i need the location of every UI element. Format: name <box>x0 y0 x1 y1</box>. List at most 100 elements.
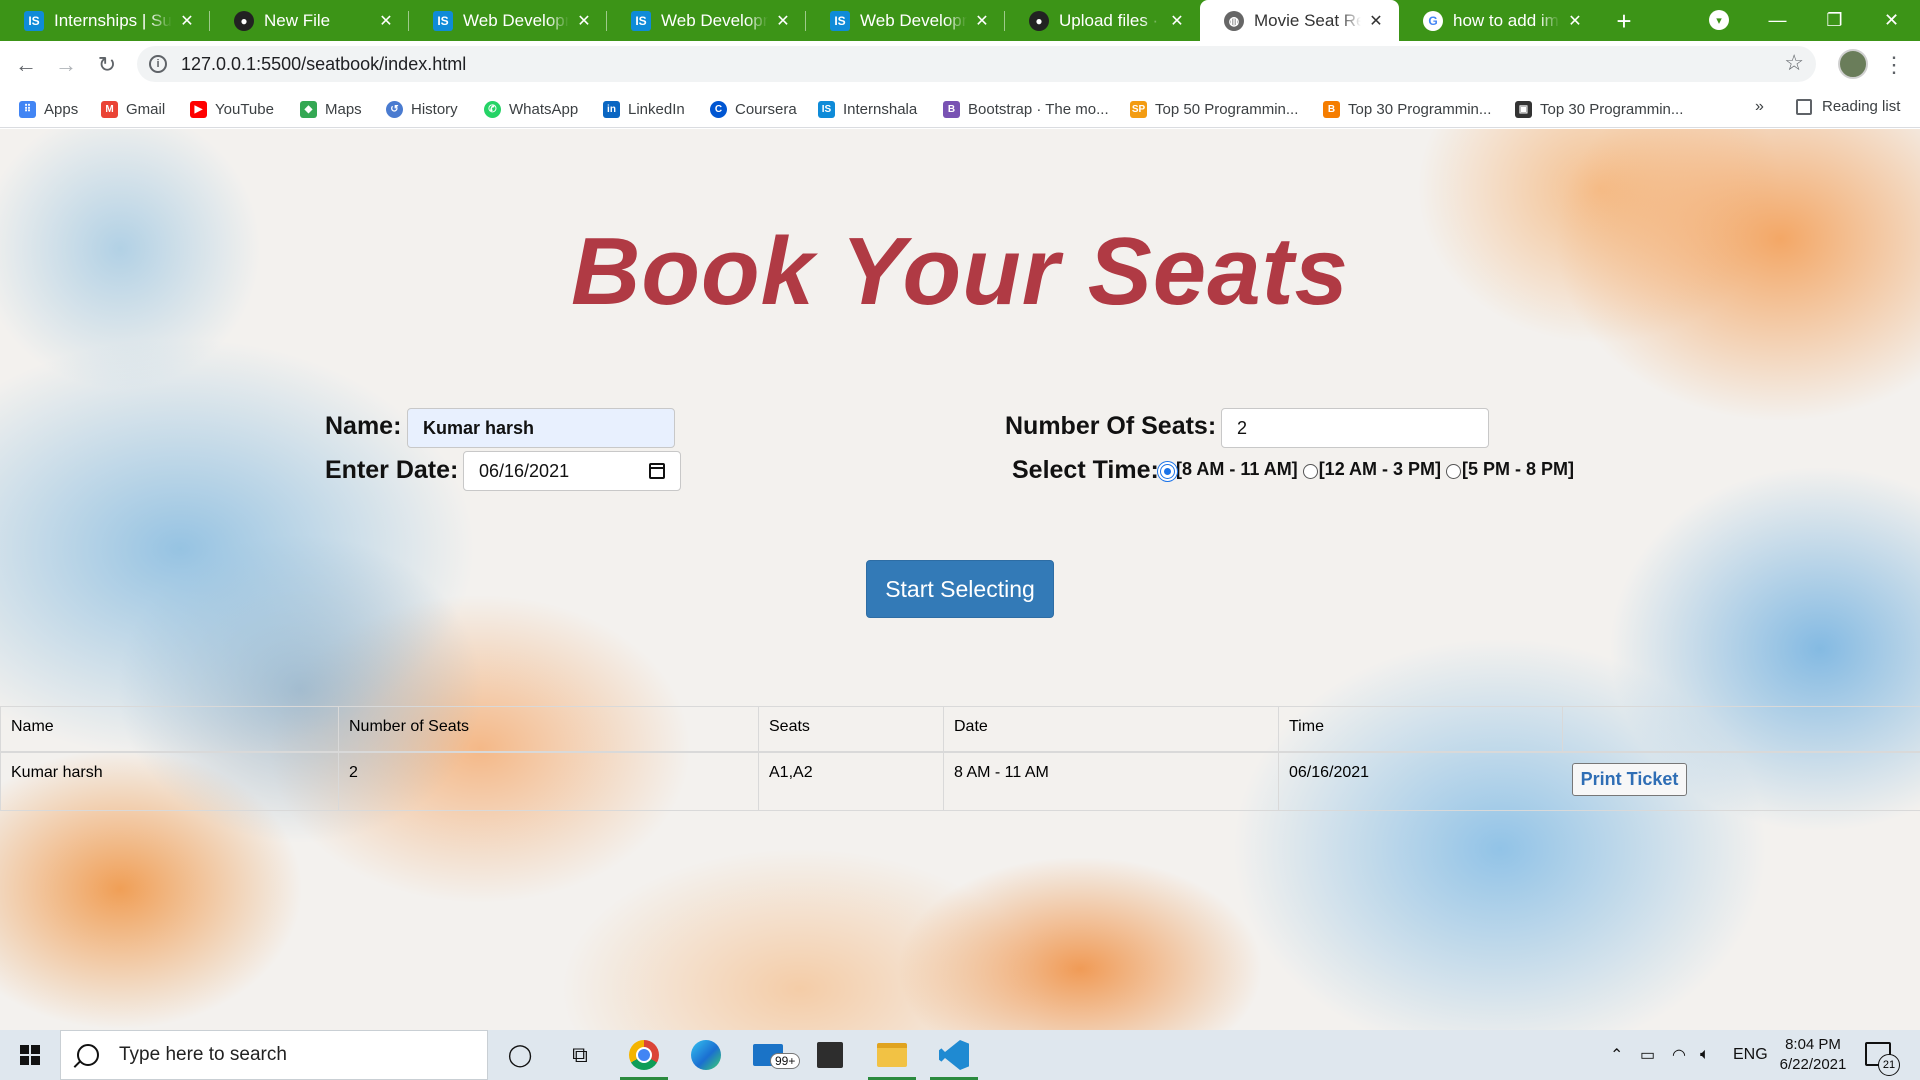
tab-title: Web Development <box>860 10 967 30</box>
minimize-button[interactable]: — <box>1749 0 1806 41</box>
tab-web-development-1[interactable]: IS Web Development ✕ <box>409 0 607 41</box>
tab-web-development-2[interactable]: IS Web Development ✕ <box>607 0 806 41</box>
profile-avatar[interactable] <box>1838 49 1868 79</box>
windows-taskbar: Type here to search ◯ ⧉ 99+ ⌃ ▭ ◠ 🔈︎ ENG… <box>0 1030 1920 1080</box>
wifi-icon[interactable]: ◠ <box>1672 1030 1686 1080</box>
close-icon[interactable]: ✕ <box>1168 11 1186 31</box>
bookmark-coursera[interactable]: C Coursera <box>710 98 797 120</box>
cell-time: 06/16/2021 <box>1278 753 1369 810</box>
vscode-icon[interactable] <box>928 1035 980 1080</box>
calendar-icon[interactable] <box>649 463 665 479</box>
tab-new-file[interactable]: ● New File ✕ <box>210 0 409 41</box>
date-input[interactable]: 06/16/2021 <box>463 451 681 491</box>
file-explorer-icon[interactable] <box>866 1035 918 1080</box>
tab-movie-seat-reservation[interactable]: ◍ Movie Seat Reservation ✕ <box>1200 0 1399 41</box>
bookmark-history[interactable]: ↺ History <box>386 98 458 120</box>
browser-menu-icon[interactable]: ⋮ <box>1882 49 1906 81</box>
time-option-label: [8 AM - 11 AM] <box>1176 459 1298 479</box>
tab-search-icon[interactable]: ▾ <box>1709 10 1729 30</box>
reading-list-button[interactable]: Reading list <box>1796 98 1900 115</box>
system-clock[interactable]: 8:04 PM 6/22/2021 <box>1770 1035 1856 1075</box>
close-icon[interactable]: ✕ <box>973 11 991 31</box>
internshala-icon: IS <box>24 10 44 31</box>
coursera-icon: C <box>710 100 727 118</box>
start-button[interactable] <box>0 1030 60 1080</box>
more-bookmarks-chevron-icon[interactable]: » <box>1755 98 1764 116</box>
battery-icon[interactable]: ▭ <box>1640 1030 1655 1080</box>
header-time: Time <box>1278 707 1324 751</box>
edge-icon[interactable] <box>680 1035 732 1075</box>
seats-input-value: 2 <box>1237 417 1248 438</box>
language-indicator[interactable]: ENG <box>1733 1030 1768 1080</box>
close-icon[interactable]: ✕ <box>575 11 593 31</box>
window-close-button[interactable]: ✕ <box>1863 0 1920 41</box>
name-label: Name: <box>325 412 402 440</box>
name-input-value: Kumar harsh <box>423 417 535 438</box>
tab-title: Web Development <box>463 10 569 30</box>
reload-icon[interactable]: ↻ <box>91 49 123 81</box>
task-view-icon[interactable]: ⧉ <box>554 1035 606 1075</box>
clock-date: 6/22/2021 <box>1779 1056 1847 1073</box>
bookmark-bootstrap[interactable]: B Bootstrap · The mo... <box>943 98 1109 120</box>
tab-title: how to add image <box>1453 10 1560 30</box>
close-icon[interactable]: ✕ <box>178 11 196 31</box>
tab-web-development-3[interactable]: IS Web Development ✕ <box>806 0 1005 41</box>
internshala-icon: IS <box>818 100 835 118</box>
tab-internships[interactable]: IS Internships | Summer ✕ <box>0 0 210 41</box>
time-radio-12am-3pm[interactable] <box>1302 464 1318 479</box>
bookmark-label: Top 30 Programmin... <box>1540 100 1684 118</box>
book-icon: ▣ <box>1515 100 1532 118</box>
mail-icon[interactable]: 99+ <box>742 1035 801 1075</box>
bookmark-gmail[interactable]: M Gmail <box>101 98 165 120</box>
forward-arrow-icon[interactable]: → <box>50 49 82 81</box>
bookmark-linkedin[interactable]: in LinkedIn <box>603 98 685 120</box>
bookmark-apps[interactable]: ⠿ Apps <box>19 98 78 120</box>
bookmark-top-30-b[interactable]: ▣ Top 30 Programmin... <box>1515 98 1683 120</box>
seats-input[interactable]: 2 <box>1221 408 1489 448</box>
bookmark-star-icon[interactable]: ☆ <box>1784 50 1804 76</box>
bookmark-top-50[interactable]: SP Top 50 Programmin... <box>1130 98 1298 120</box>
name-input[interactable]: Kumar harsh <box>407 408 675 448</box>
chrome-icon[interactable] <box>618 1035 670 1080</box>
store-icon[interactable] <box>804 1035 856 1075</box>
bookmark-youtube[interactable]: ▶ YouTube <box>190 98 274 120</box>
cortana-icon[interactable]: ◯ <box>494 1035 546 1075</box>
volume-icon[interactable]: 🔈︎ <box>1700 1030 1710 1080</box>
new-tab-button[interactable]: + <box>1607 4 1641 38</box>
date-input-value: 06/16/2021 <box>479 460 570 481</box>
tab-title: Internships | Summer <box>54 10 172 30</box>
bookmarks-bar: ⠿ Apps M Gmail ▶ YouTube ◆ Maps ↺ Histor… <box>0 90 1920 128</box>
bookmark-maps[interactable]: ◆ Maps <box>300 98 362 120</box>
tab-title: Web Development <box>661 10 768 30</box>
taskbar-search[interactable]: Type here to search <box>60 1030 488 1080</box>
site-info-icon[interactable]: i <box>149 55 167 73</box>
youtube-icon: ▶ <box>190 100 207 118</box>
bookmark-internshala[interactable]: IS Internshala <box>818 98 917 120</box>
bookmark-whatsapp[interactable]: ✆ WhatsApp <box>484 98 578 120</box>
show-hidden-icons-chevron-icon[interactable]: ⌃ <box>1610 1030 1623 1080</box>
url-text[interactable]: 127.0.0.1:5500/seatbook/index.html <box>181 54 466 75</box>
cell-name: Kumar harsh <box>0 753 103 810</box>
start-selecting-button[interactable]: Start Selecting <box>866 560 1054 618</box>
close-icon[interactable]: ✕ <box>774 11 792 31</box>
print-ticket-button[interactable]: Print Ticket <box>1572 763 1687 796</box>
table-row: Kumar harsh 2 A1,A2 8 AM - 11 AM 06/16/2… <box>0 752 1920 811</box>
search-icon <box>77 1044 99 1066</box>
close-icon[interactable]: ✕ <box>1367 11 1385 31</box>
bookmark-label: Maps <box>325 100 362 118</box>
time-radio-5pm-8pm[interactable] <box>1446 464 1462 479</box>
time-radio-8am-11am[interactable] <box>1160 464 1175 479</box>
back-arrow-icon[interactable]: ← <box>10 49 42 81</box>
bookmark-top-30-a[interactable]: B Top 30 Programmin... <box>1323 98 1491 120</box>
search-placeholder: Type here to search <box>119 1044 287 1065</box>
tab-upload-files[interactable]: ● Upload files · harsh ✕ <box>1005 0 1200 41</box>
close-icon[interactable]: ✕ <box>377 11 395 31</box>
sp-icon: SP <box>1130 100 1147 118</box>
internshala-icon: IS <box>631 10 651 31</box>
address-bar[interactable]: i 127.0.0.1:5500/seatbook/index.html ☆ <box>137 46 1816 82</box>
close-icon[interactable]: ✕ <box>1566 11 1584 31</box>
bookmark-label: Bootstrap · The mo... <box>968 100 1109 118</box>
linkedin-icon: in <box>603 100 620 118</box>
restore-button[interactable]: ❐ <box>1806 0 1863 41</box>
tab-how-to-add-image[interactable]: G how to add image ✕ <box>1399 0 1598 41</box>
